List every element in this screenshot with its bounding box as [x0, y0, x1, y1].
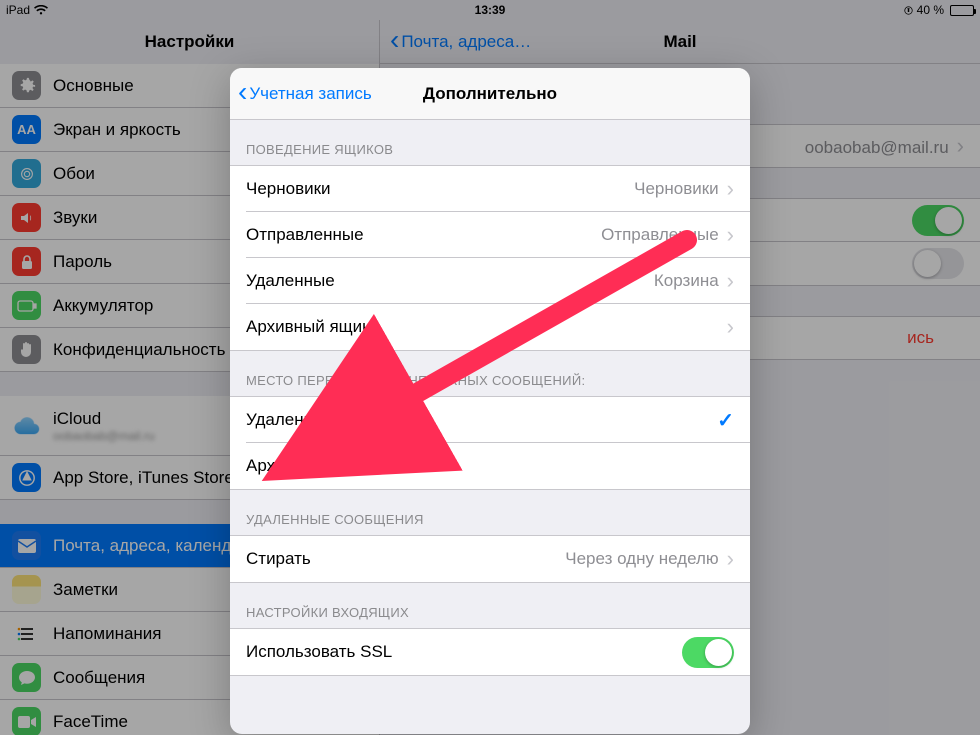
chevron-left-icon: ‹ [238, 78, 247, 106]
row-use-ssl: Использовать SSL [230, 629, 750, 675]
checkmark-icon: ✓ [717, 408, 734, 433]
section-deleted-messages: УДАЛЕННЫЕ СООБЩЕНИЯ [230, 490, 750, 535]
ssl-toggle[interactable] [682, 637, 734, 668]
back-label: Учетная запись [249, 84, 371, 104]
row-label: Удаленные [246, 410, 335, 430]
row-value: Корзина [654, 271, 719, 291]
row-value: Отправленные [601, 225, 719, 245]
advanced-sheet: ‹Учетная запись Дополнительно ПОВЕДЕНИЕ … [230, 68, 750, 734]
row-drafts[interactable]: Черновики Черновики › [230, 166, 750, 212]
sheet-title: Дополнительно [423, 84, 557, 104]
option-archive[interactable]: Архивный ящик [230, 443, 750, 489]
row-label: Черновики [246, 179, 331, 199]
chevron-right-icon: › [727, 546, 734, 572]
row-archive[interactable]: Архивный ящик › [230, 304, 750, 350]
row-label: Удаленные [246, 271, 335, 291]
row-label: Архивный ящик [246, 317, 370, 337]
chevron-right-icon: › [727, 176, 734, 202]
row-label: Стирать [246, 549, 311, 569]
row-sent[interactable]: Отправленные Отправленные › [230, 212, 750, 258]
row-label: Использовать SSL [246, 642, 392, 662]
row-deleted[interactable]: Удаленные Корзина › [230, 258, 750, 304]
row-label: Архивный ящик [246, 456, 370, 476]
row-value: Черновики [634, 179, 719, 199]
chevron-right-icon: › [727, 268, 734, 294]
sheet-back-button[interactable]: ‹Учетная запись [238, 81, 372, 106]
chevron-right-icon: › [727, 314, 734, 340]
section-mailbox-behavior: ПОВЕДЕНИЕ ЯЩИКОВ [230, 120, 750, 165]
row-label: Отправленные [246, 225, 364, 245]
section-discard-location: МЕСТО ПЕРЕМЕЩЕНИЯ НЕНУЖНЫХ СООБЩЕНИЙ: [230, 351, 750, 396]
chevron-right-icon: › [727, 222, 734, 248]
section-incoming: НАСТРОЙКИ ВХОДЯЩИХ [230, 583, 750, 628]
row-remove[interactable]: Стирать Через одну неделю › [230, 536, 750, 582]
row-value: Через одну неделю [565, 549, 718, 569]
option-deleted[interactable]: Удаленные ✓ [230, 397, 750, 443]
